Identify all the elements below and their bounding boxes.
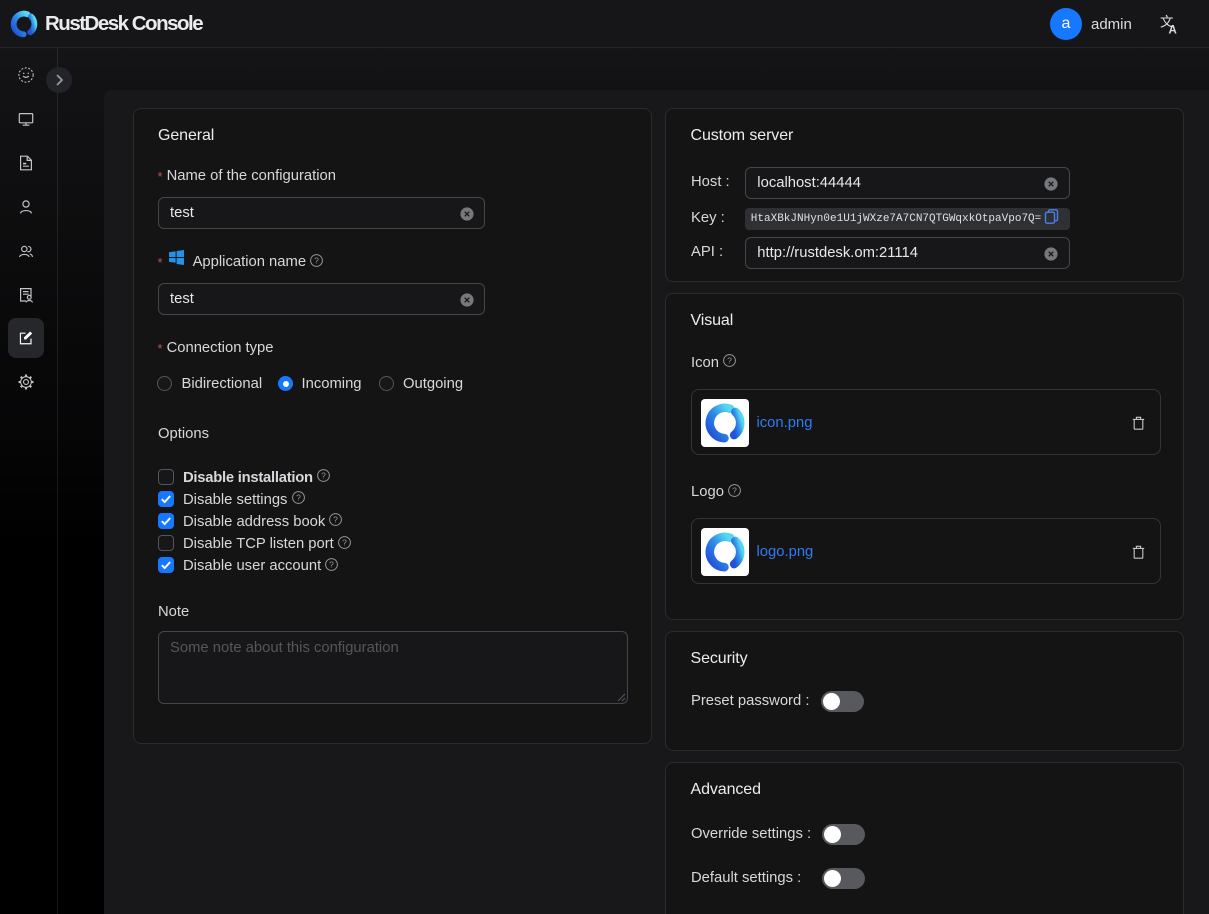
svg-text:?: ?: [342, 537, 347, 547]
svg-text:A: A: [1169, 25, 1177, 35]
svg-text:?: ?: [732, 485, 737, 495]
svg-text:?: ?: [296, 493, 301, 503]
svg-text:?: ?: [314, 255, 319, 265]
svg-text:?: ?: [334, 515, 339, 525]
svg-text:?: ?: [727, 355, 732, 365]
svg-text:?: ?: [321, 470, 326, 480]
svg-text:?: ?: [329, 559, 334, 569]
